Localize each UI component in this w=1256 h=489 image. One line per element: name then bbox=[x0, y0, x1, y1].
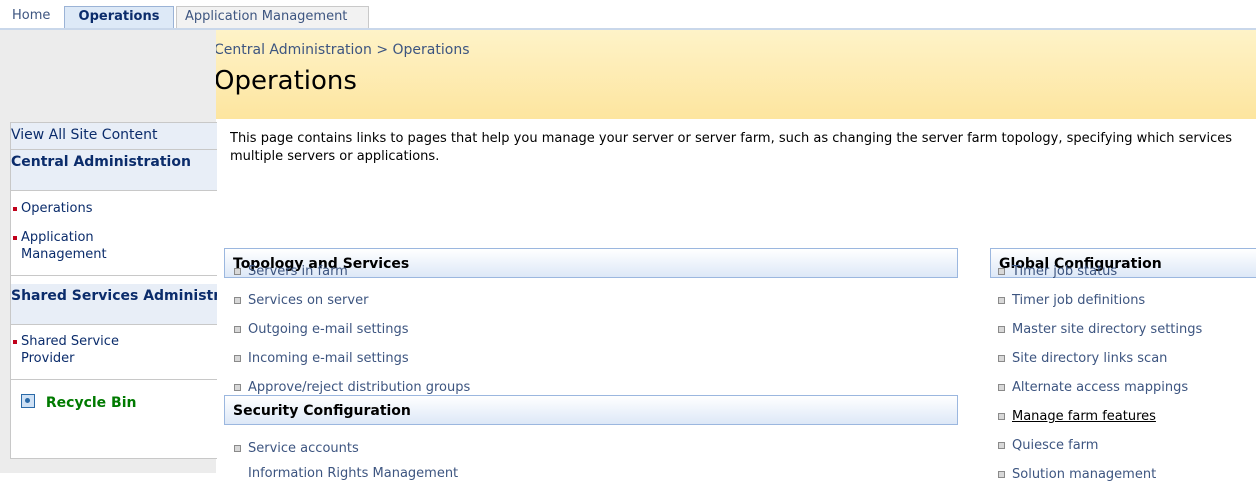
bullet-square-icon bbox=[998, 442, 1005, 449]
global-links-list: Timer job status Timer job definitions M… bbox=[996, 257, 1202, 489]
nav-item-label: Operations bbox=[21, 201, 93, 216]
bullet-square-icon bbox=[998, 471, 1005, 478]
link-label: Manage farm features bbox=[1012, 409, 1156, 424]
link-master-site-directory-settings[interactable]: Master site directory settings bbox=[996, 315, 1202, 344]
bullet-square-icon bbox=[998, 413, 1005, 420]
topology-links-list: Servers in farm Services on server Outgo… bbox=[232, 257, 470, 402]
recycle-bin-icon bbox=[21, 394, 35, 408]
link-services-on-server[interactable]: Services on server bbox=[232, 286, 470, 315]
nav-header-shared-services-administration[interactable]: Shared Services Administration bbox=[11, 284, 217, 325]
page-title-area: Central Administration > Operations Oper… bbox=[204, 30, 1256, 119]
nav-item-shared-service-provider[interactable]: Shared Service Provider bbox=[11, 333, 151, 367]
description-line-1: This page contains links to pages that h… bbox=[230, 131, 1232, 146]
link-label: Master site directory settings bbox=[1012, 322, 1203, 337]
link-servers-in-farm[interactable]: Servers in farm bbox=[232, 257, 470, 286]
nav-bullet-icon bbox=[13, 340, 17, 344]
bullet-square-icon bbox=[998, 326, 1005, 333]
nav-item-label: Shared Service Provider bbox=[21, 334, 119, 366]
view-all-site-content-link[interactable]: View All Site Content bbox=[11, 123, 217, 150]
link-manage-farm-features[interactable]: Manage farm features bbox=[996, 402, 1202, 431]
link-label: Services on server bbox=[248, 293, 369, 308]
link-site-directory-links-scan[interactable]: Site directory links scan bbox=[996, 344, 1202, 373]
recycle-bin-label: Recycle Bin bbox=[45, 395, 137, 411]
link-label: Approve/reject distribution groups bbox=[248, 380, 471, 395]
link-label: Servers in farm bbox=[248, 264, 348, 279]
bullet-square-icon bbox=[234, 297, 241, 304]
breadcrumb-separator: > bbox=[376, 42, 389, 58]
description-line-2: multiple servers or applications. bbox=[230, 149, 440, 164]
recycle-bin-link[interactable]: Recycle Bin bbox=[11, 388, 217, 418]
nav-divider bbox=[11, 275, 217, 276]
link-quiesce-farm[interactable]: Quiesce farm bbox=[996, 431, 1202, 460]
link-label: Service accounts bbox=[248, 441, 359, 456]
quick-launch-panel: View All Site Content Central Administra… bbox=[10, 122, 217, 459]
nav-item-operations[interactable]: Operations bbox=[11, 200, 92, 217]
link-label: Solution management bbox=[1012, 467, 1157, 482]
nav-bullet-icon bbox=[13, 207, 17, 211]
bullet-square-icon bbox=[998, 297, 1005, 304]
bullet-square-icon bbox=[998, 384, 1005, 391]
bullet-square-icon bbox=[998, 268, 1005, 275]
security-links-list: Service accounts bbox=[232, 434, 359, 463]
link-label: Information Rights Management bbox=[248, 466, 459, 481]
page-title: Operations bbox=[214, 66, 357, 96]
link-label: Quiesce farm bbox=[1012, 438, 1099, 453]
link-service-accounts[interactable]: Service accounts bbox=[232, 434, 359, 463]
bullet-square-icon bbox=[234, 384, 241, 391]
bullet-square-icon bbox=[234, 355, 241, 362]
top-tab-bar: Home Operations Application Management bbox=[0, 0, 1256, 28]
tab-application-management[interactable]: Application Management bbox=[176, 6, 369, 28]
link-label: Incoming e-mail settings bbox=[248, 351, 409, 366]
link-timer-job-status[interactable]: Timer job status bbox=[996, 257, 1202, 286]
left-navigation: View All Site Content Central Administra… bbox=[0, 30, 217, 473]
nav-item-application-management[interactable]: Application Management bbox=[11, 229, 141, 263]
breadcrumb-central-administration[interactable]: Central Administration bbox=[214, 42, 372, 58]
section-heading-security-configuration: Security Configuration bbox=[224, 395, 958, 425]
link-information-rights-management[interactable]: Information Rights Management bbox=[232, 465, 458, 485]
nav-divider bbox=[11, 379, 217, 380]
link-label: Alternate access mappings bbox=[1012, 380, 1189, 395]
link-incoming-email-settings[interactable]: Incoming e-mail settings bbox=[232, 344, 470, 373]
bullet-square-icon bbox=[234, 326, 241, 333]
nav-bullet-icon bbox=[13, 236, 17, 240]
nav-item-label: Application Management bbox=[21, 230, 107, 262]
link-label: Outgoing e-mail settings bbox=[248, 322, 409, 337]
link-outgoing-email-settings[interactable]: Outgoing e-mail settings bbox=[232, 315, 470, 344]
link-label: Site directory links scan bbox=[1012, 351, 1168, 366]
bullet-square-icon bbox=[234, 268, 241, 275]
link-label: Timer job definitions bbox=[1012, 293, 1146, 308]
nav-header-central-administration[interactable]: Central Administration bbox=[11, 150, 217, 191]
tab-home[interactable]: Home bbox=[4, 6, 62, 28]
link-timer-job-definitions[interactable]: Timer job definitions bbox=[996, 286, 1202, 315]
link-alternate-access-mappings[interactable]: Alternate access mappings bbox=[996, 373, 1202, 402]
bullet-square-icon bbox=[998, 355, 1005, 362]
breadcrumb: Central Administration > Operations bbox=[214, 42, 469, 58]
bullet-square-icon bbox=[234, 445, 241, 452]
link-solution-management[interactable]: Solution management bbox=[996, 460, 1202, 489]
breadcrumb-operations[interactable]: Operations bbox=[393, 42, 470, 58]
tab-operations[interactable]: Operations bbox=[64, 6, 174, 28]
link-label: Timer job status bbox=[1012, 264, 1118, 279]
page-description: This page contains links to pages that h… bbox=[230, 130, 1256, 166]
